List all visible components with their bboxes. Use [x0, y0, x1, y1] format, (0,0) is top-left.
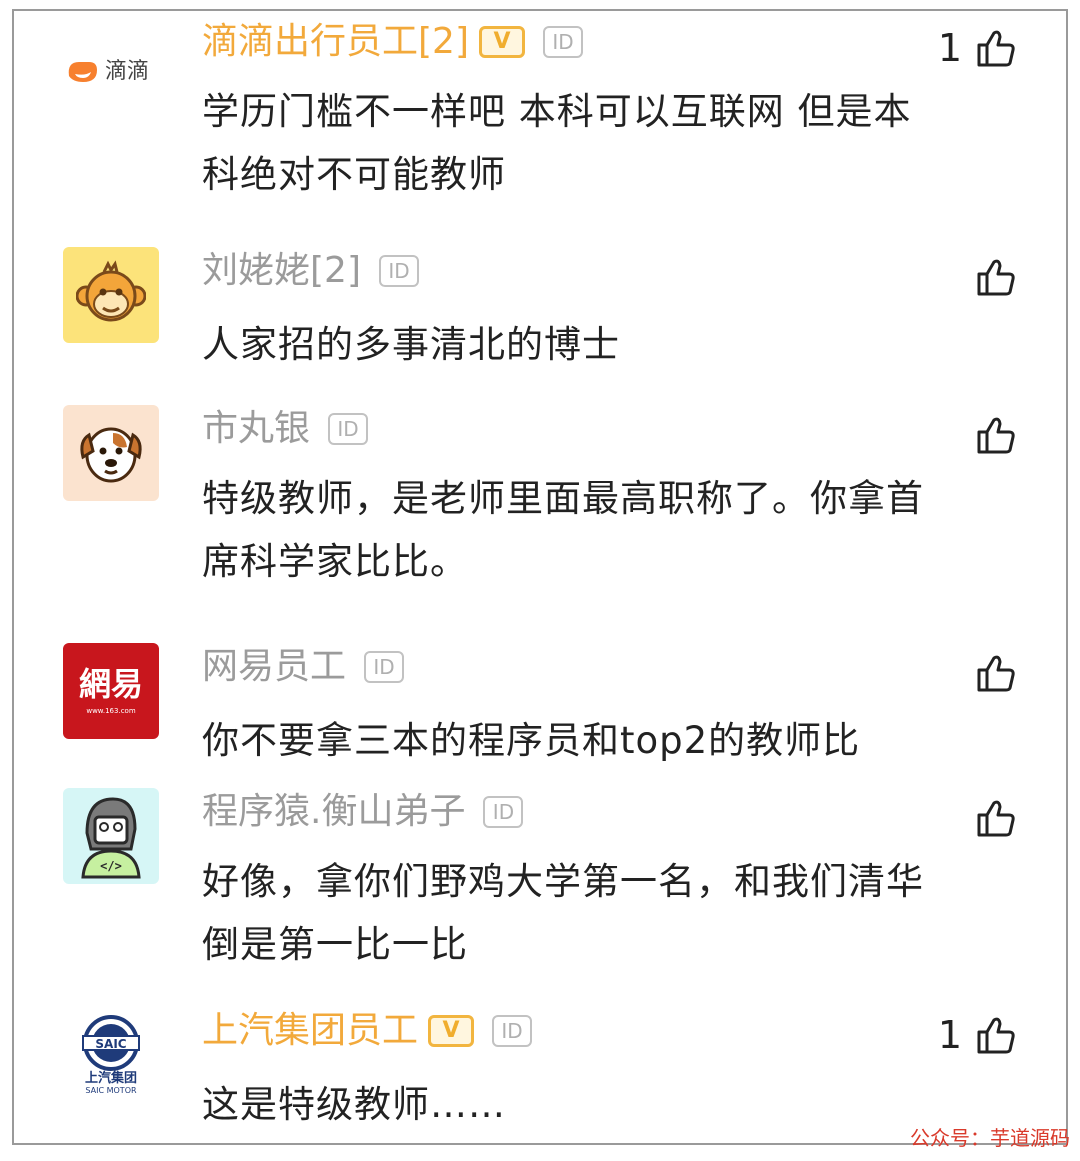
username[interactable]: 刘姥姥[2] ID: [202, 249, 419, 293]
avatar-coder[interactable]: </>: [63, 788, 159, 884]
avatar-sublabel: 上汽集团: [84, 1070, 137, 1086]
username[interactable]: 滴滴出行员工[2] V ID: [202, 20, 583, 64]
avatar-label: 滴滴: [105, 59, 149, 84]
like-control[interactable]: [962, 257, 1016, 297]
thumbs-up-icon[interactable]: [976, 28, 1016, 68]
avatar-label: 網易: [78, 665, 143, 703]
like-control[interactable]: [962, 798, 1016, 838]
comment-text: 特级教师，是老师里面最高职称了。你拿首席科学家比比。: [202, 477, 924, 583]
verified-badge: V: [479, 26, 525, 58]
avatar-sublabel-2: SAIC MOTOR: [85, 1085, 137, 1095]
thumbs-up-icon[interactable]: [976, 415, 1016, 455]
avatar-label: </>: [100, 859, 122, 873]
didi-logo-icon: 滴滴: [68, 59, 149, 84]
verified-badge: V: [428, 1015, 475, 1047]
dog-icon: [80, 427, 142, 483]
comment-text: 人家招的多事清北的博士: [202, 323, 620, 366]
thumbs-up-icon[interactable]: [976, 798, 1016, 838]
id-badge: ID: [379, 255, 419, 287]
username-text[interactable]: 滴滴出行员工[2]: [202, 20, 469, 64]
like-count: 1: [937, 26, 962, 70]
like-count: 1: [937, 1013, 962, 1057]
id-badge: ID: [483, 796, 524, 828]
like-control[interactable]: [962, 653, 1016, 693]
watermark: 公众号：芋道源码: [910, 1126, 1070, 1150]
id-badge: ID: [364, 651, 405, 683]
avatar-label: SAIC: [95, 1037, 126, 1051]
id-badge: ID: [543, 26, 583, 58]
thumbs-up-icon[interactable]: [976, 257, 1016, 297]
username-text[interactable]: 上汽集团员工: [202, 1009, 418, 1053]
username-text[interactable]: 网易员工: [202, 645, 346, 689]
comment-text: 好像，拿你们野鸡大学第一名，和我们清华倒是第一比一比: [202, 860, 924, 966]
coder-icon: </>: [81, 797, 141, 879]
id-badge: ID: [328, 413, 369, 445]
username[interactable]: 网易员工 ID: [202, 645, 405, 689]
username[interactable]: 上汽集团员工 V ID: [202, 1009, 533, 1053]
username[interactable]: 程序猿.衡山弟子 ID: [202, 790, 524, 834]
comment-text: 这是特级教师……: [202, 1083, 506, 1126]
like-control[interactable]: 1: [938, 1013, 1016, 1057]
like-control[interactable]: 1: [938, 26, 1016, 70]
thumbs-up-icon[interactable]: [976, 653, 1016, 693]
comment-text: 你不要拿三本的程序员和top2的教师比: [202, 719, 861, 762]
saic-logo-icon: SAIC: [82, 1014, 140, 1071]
monkey-icon: [76, 260, 146, 322]
username-text[interactable]: 刘姥姥[2]: [202, 249, 361, 293]
avatar-didi[interactable]: 滴滴: [63, 20, 159, 116]
like-control[interactable]: [962, 415, 1016, 455]
username-text[interactable]: 市丸银: [202, 407, 310, 451]
avatar-dog[interactable]: [63, 405, 159, 501]
comment-text: 学历门槛不一样吧 本科可以互联网 但是本科绝对不可能教师: [202, 90, 912, 196]
id-badge: ID: [492, 1015, 533, 1047]
avatar-saic[interactable]: SAIC 上汽集团 SAIC MOTOR: [63, 1007, 159, 1103]
avatar-monkey[interactable]: [63, 247, 159, 343]
username-text[interactable]: 程序猿.衡山弟子: [202, 790, 465, 834]
thumbs-up-icon[interactable]: [976, 1015, 1016, 1055]
username[interactable]: 市丸银 ID: [202, 407, 369, 451]
avatar-sublabel: www.163.com: [86, 707, 136, 715]
avatar-netease[interactable]: 網易 www.163.com: [63, 643, 159, 739]
